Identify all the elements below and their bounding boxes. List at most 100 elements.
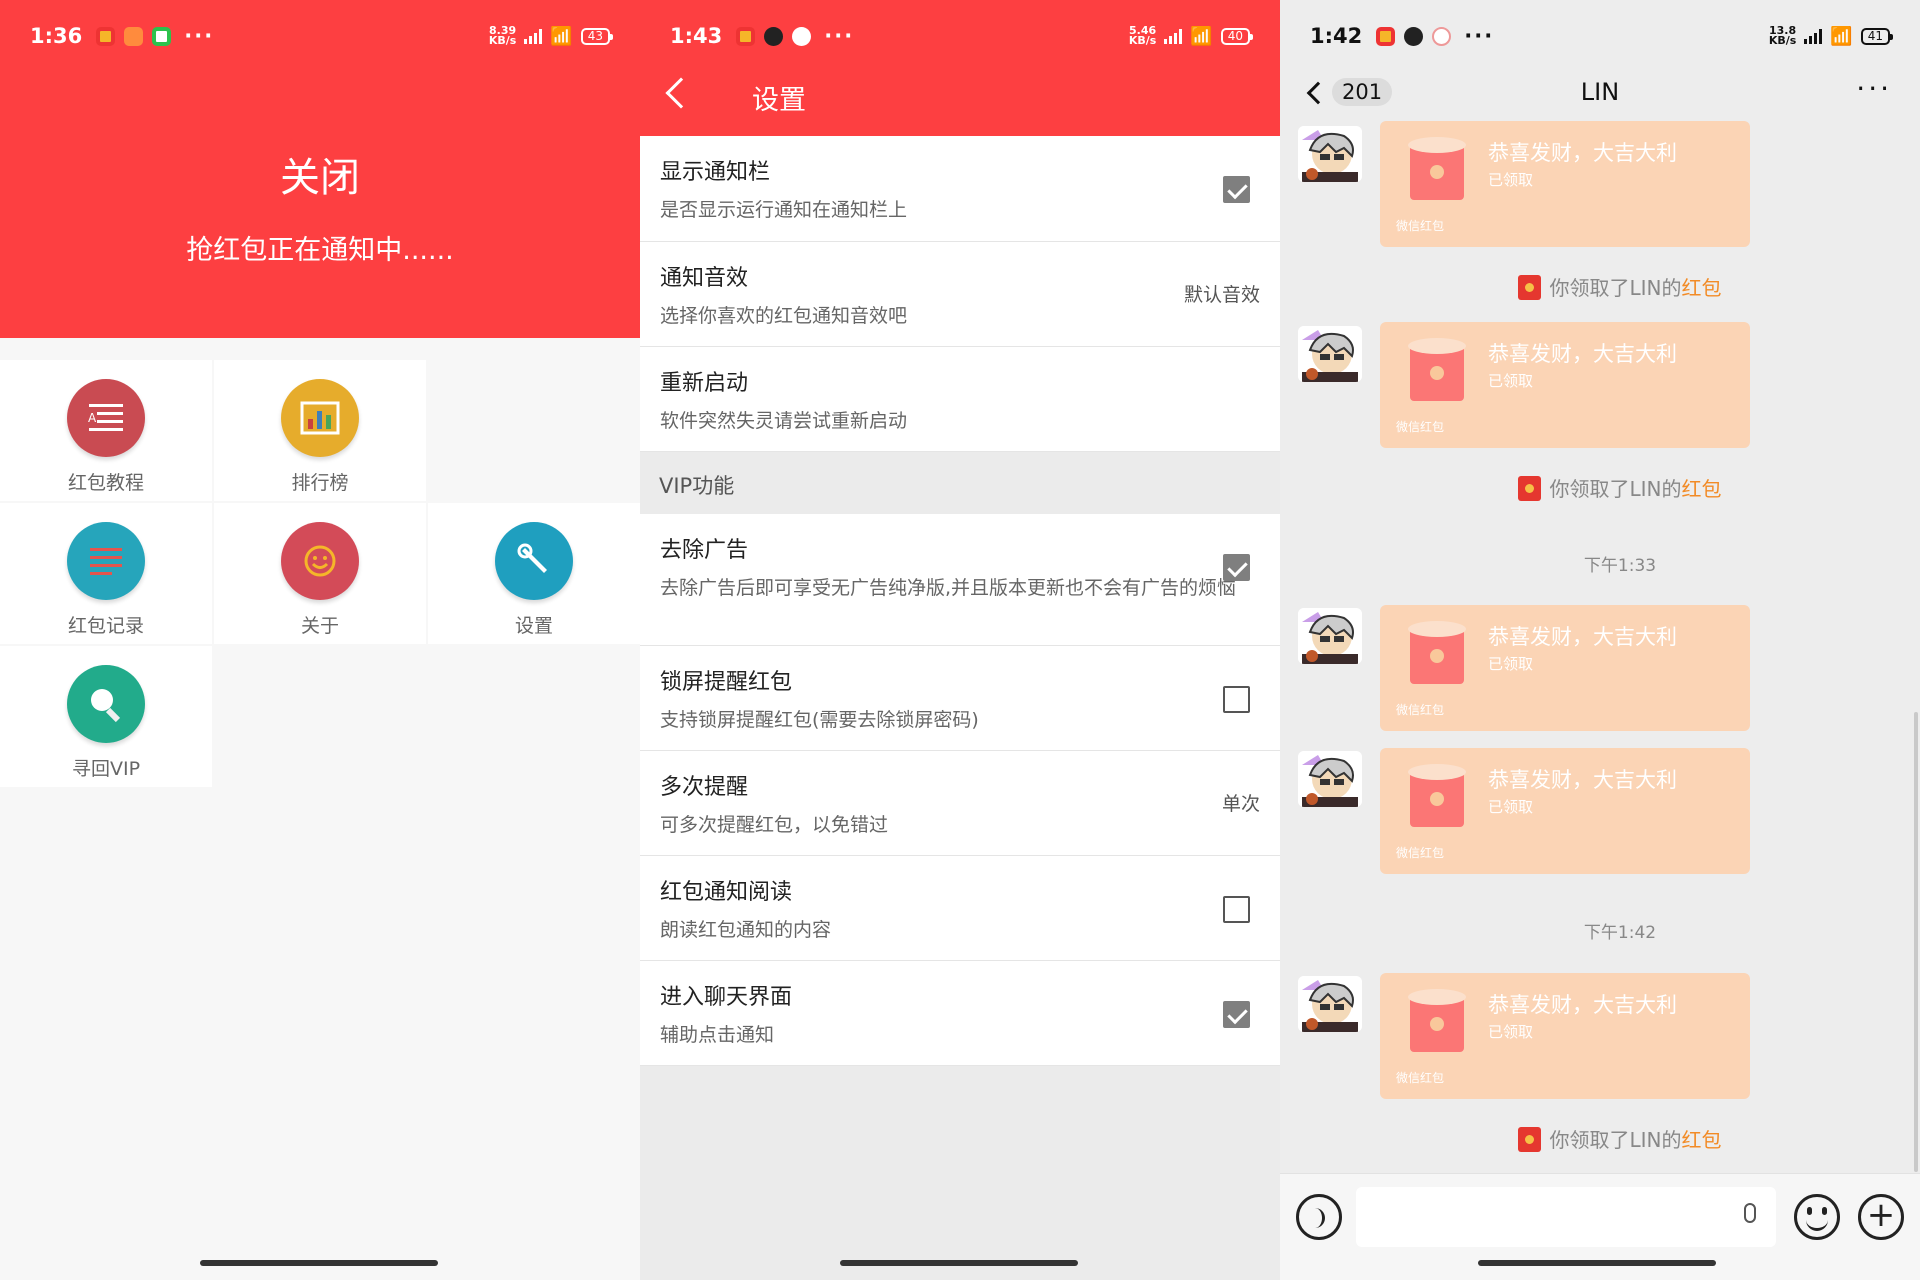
scrollbar[interactable] [1914,712,1918,1172]
checkbox-unchecked[interactable] [1223,896,1250,923]
red-packet-small-icon [1518,476,1542,501]
svg-text:A: A [88,411,97,425]
emoji-icon[interactable] [1794,1194,1840,1240]
wifi-icon: 📶 [550,25,573,47]
red-packet-message[interactable]: 恭喜发财，大吉大利 已领取 微信红包 [1380,121,1750,247]
setting-row-repeat-remind[interactable]: 多次提醒 可多次提醒红包，以免错过 单次 [640,751,1280,856]
microphone-icon[interactable] [1744,1203,1756,1223]
claimed-notice: 你领取了LIN的红包 [1280,1124,1920,1153]
red-packet-small-icon [1518,275,1542,300]
message-input[interactable] [1356,1187,1776,1247]
tile-leaderboard[interactable]: 排行榜 [214,360,426,501]
network-speed: 8.39 KB/s [488,24,517,47]
status-bar: 1:43 ··· 5.46 KB/s 📶 40 [640,0,1280,72]
red-packet-message[interactable]: 恭喜发财，大吉大利 已领取 微信红包 [1380,322,1750,448]
toggle-status-title[interactable]: 关闭 [0,145,640,203]
tile-about[interactable]: 关于 [214,503,426,644]
chart-icon [281,379,359,457]
battery-icon: 43 [580,27,614,45]
wifi-icon: 📶 [1190,25,1213,47]
checkbox-unchecked[interactable] [1223,686,1250,713]
setting-row-show-notification[interactable]: 显示通知栏 是否显示运行通知在通知栏上 [640,136,1280,242]
network-speed: 13.8 KB/s [1768,24,1797,47]
signal-icon [524,28,543,44]
red-packet-message[interactable]: 恭喜发财，大吉大利 已领取 微信红包 [1380,748,1750,874]
app-notification-icon [764,26,784,46]
chat-title: LIN [1580,78,1620,106]
sound-value: 默认音效 [1183,284,1260,306]
app-notification-icon [1432,26,1452,46]
more-options-icon[interactable]: ··· [1856,72,1892,105]
battery-icon: 40 [1220,27,1254,45]
claimed-notice: 你领取了LIN的红包 [1280,272,1920,301]
setting-row-remove-ads[interactable]: 去除广告 去除广告后即可享受无广告纯净版,并且版本更新也不会有广告的烦恼 [640,514,1280,646]
section-header-vip: VIP功能 [640,452,1280,514]
back-arrow-icon[interactable] [665,77,697,109]
settings-screen: 1:43 ··· 5.46 KB/s 📶 40 设置 显示通知栏 是否显示运行通… [640,0,1280,1280]
checkbox-checked[interactable] [1223,176,1250,203]
tile-tutorial[interactable]: A 红包教程 [0,360,212,501]
hero-banner[interactable]: 1:36 ··· 8.39 KB/s 📶 43 关闭 抢红包正在通知中...... [0,0,640,338]
tile-settings[interactable]: 设置 [428,503,640,644]
main-screen: 1:36 ··· 8.39 KB/s 📶 43 关闭 抢红包正在通知中...... [0,0,640,1280]
status-time: 1:36 [30,24,83,48]
avatar[interactable] [1298,326,1362,382]
red-packet-message[interactable]: 恭喜发财，大吉大利 已领取 微信红包 [1380,973,1750,1099]
status-bar: 1:36 ··· 8.39 KB/s 📶 43 [0,0,640,72]
settings-header: 1:43 ··· 5.46 KB/s 📶 40 设置 [640,0,1280,136]
wrench-icon [495,522,573,600]
signal-icon [1164,28,1183,44]
red-packet-icon [1408,338,1466,401]
red-packet-small-icon [1518,1127,1542,1152]
wifi-icon: 📶 [1830,25,1853,47]
avatar[interactable] [1298,751,1362,807]
app-notification-icon [792,26,812,46]
status-time: 1:42 [1310,24,1363,48]
search-icon [67,665,145,743]
home-indicator[interactable] [200,1260,438,1266]
setting-row-restart[interactable]: 重新启动 软件突然失灵请尝试重新启动 [640,347,1280,452]
app-notification-icon [1376,26,1396,46]
avatar[interactable] [1298,976,1362,1032]
setting-row-lockscreen[interactable]: 锁屏提醒红包 支持锁屏提醒红包(需要去除锁屏密码) [640,646,1280,751]
list-icon: A [67,379,145,457]
setting-row-enter-chat[interactable]: 进入聊天界面 辅助点击通知 [640,961,1280,1066]
plus-icon[interactable]: + [1858,1194,1904,1240]
app-notification-icon [736,26,756,46]
notes-icon [67,522,145,600]
red-packet-icon [1408,764,1466,827]
chat-screen: 1:42 ··· 13.8 KB/s 📶 41 201 LIN ··· 恭喜发财… [1280,0,1920,1280]
red-packet-icon [1408,137,1466,200]
screenshot-collage: 1:36 ··· 8.39 KB/s 📶 43 关闭 抢红包正在通知中...... [0,0,1920,1280]
avatar[interactable] [1298,608,1362,664]
more-notifications-icon: ··· [1464,24,1495,48]
smile-icon [281,522,359,600]
status-bar: 1:42 ··· 13.8 KB/s 📶 41 [1280,0,1920,72]
remind-value: 单次 [1221,793,1260,815]
home-indicator[interactable] [840,1260,1078,1266]
voice-toggle-icon[interactable] [1296,1194,1342,1240]
wechat-icon [152,26,172,46]
claimed-notice: 你领取了LIN的红包 [1280,473,1920,502]
checkbox-checked[interactable] [1223,554,1250,581]
more-notifications-icon: ··· [184,24,215,48]
tile-recover-vip[interactable]: 寻回VIP [0,646,212,787]
more-notifications-icon: ··· [824,24,855,48]
checkbox-checked[interactable] [1223,1001,1250,1028]
battery-icon: 41 [1860,27,1894,45]
setting-row-sound[interactable]: 通知音效 选择你喜欢的红包通知音效吧 默认音效 [640,242,1280,347]
network-speed: 5.46 KB/s [1128,24,1157,47]
signal-icon [1804,28,1823,44]
chat-header: 201 LIN ··· [1280,72,1920,128]
home-indicator[interactable] [1478,1260,1716,1266]
status-subtitle: 抢红包正在通知中...... [186,235,454,266]
tile-records[interactable]: 红包记录 [0,503,212,644]
status-time: 1:43 [670,24,723,48]
app-notification-icon [96,26,116,46]
setting-row-read-aloud[interactable]: 红包通知阅读 朗读红包通知的内容 [640,856,1280,961]
avatar[interactable] [1298,126,1362,182]
app-notification-icon [124,26,144,46]
red-packet-message[interactable]: 恭喜发财，大吉大利 已领取 微信红包 [1380,605,1750,731]
red-packet-icon [1408,989,1466,1052]
red-packet-icon [1408,621,1466,684]
